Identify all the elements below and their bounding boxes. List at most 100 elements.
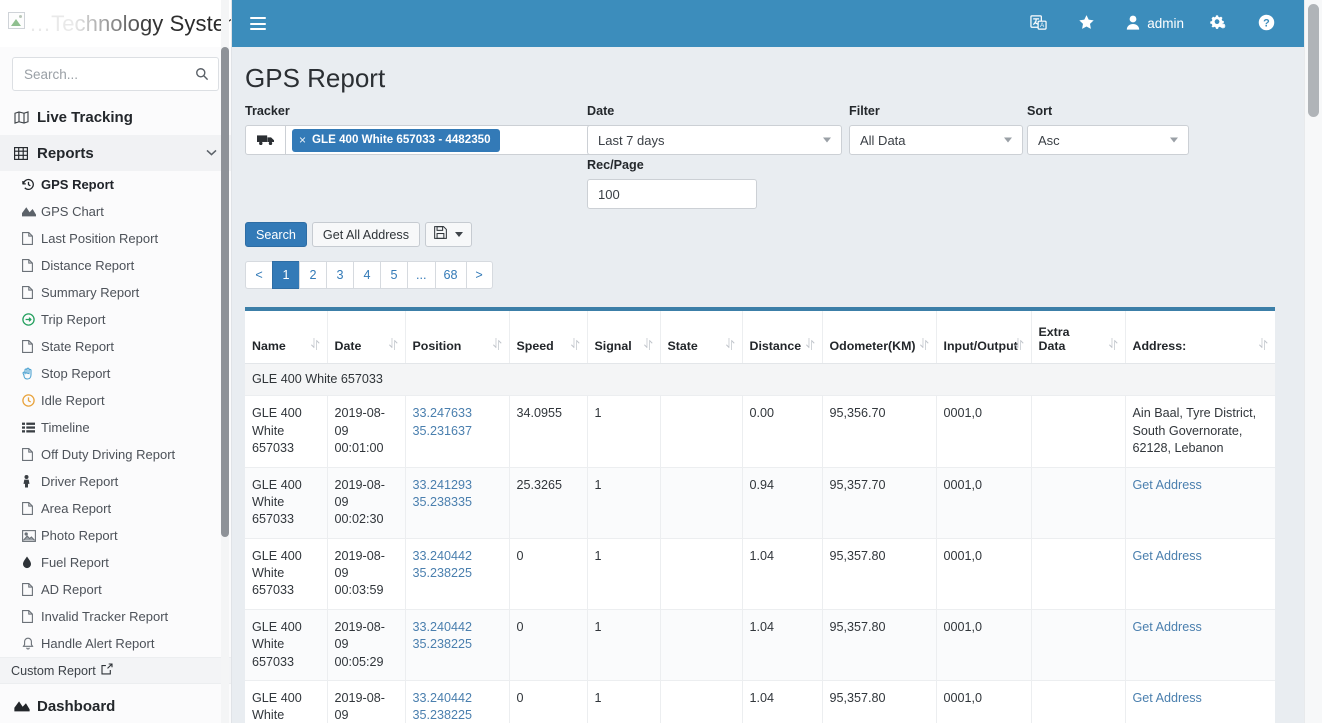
- hamburger-icon[interactable]: [250, 17, 266, 30]
- latitude-link[interactable]: 33.240442: [413, 548, 501, 565]
- export-button[interactable]: [425, 222, 473, 247]
- latitude-link[interactable]: 33.240442: [413, 619, 501, 636]
- search-box[interactable]: [12, 57, 219, 91]
- sidebar-item-photo-report[interactable]: Photo Report: [0, 522, 231, 549]
- sidebar-item-timeline[interactable]: Timeline: [0, 414, 231, 441]
- latitude-link[interactable]: 33.240442: [413, 690, 501, 707]
- cell-position[interactable]: 33.241293 35.238335: [405, 467, 510, 539]
- sidebar-item-fuel-report[interactable]: Fuel Report: [0, 549, 231, 576]
- column-header-signal[interactable]: Signal: [587, 311, 661, 364]
- sidebar-item-ad-report[interactable]: AD Report: [0, 576, 231, 603]
- settings-button[interactable]: [1196, 0, 1246, 47]
- sidebar-item-invalid-tracker-report[interactable]: Invalid Tracker Report: [0, 603, 231, 630]
- tracker-tag[interactable]: × GLE 400 White 657033 - 4482350: [292, 128, 500, 152]
- cell-address[interactable]: Get Address: [1125, 467, 1275, 539]
- sidebar-item-distance-report[interactable]: Distance Report: [0, 252, 231, 279]
- get-address-link[interactable]: Get Address: [1133, 549, 1202, 563]
- sidebar-item-summary-report[interactable]: Summary Report: [0, 279, 231, 306]
- sort-updown-icon[interactable]: [570, 338, 580, 353]
- sidebar-item-live-tracking[interactable]: Live Tracking: [0, 99, 231, 135]
- cell-address[interactable]: Get Address: [1125, 680, 1275, 723]
- column-header-input-output[interactable]: Input/Output: [936, 311, 1032, 364]
- date-select[interactable]: Last 7 days: [587, 125, 842, 155]
- get-address-link[interactable]: Get Address: [1133, 691, 1202, 705]
- sort-updown-icon[interactable]: [1108, 338, 1118, 353]
- sort-updown-icon[interactable]: [388, 338, 398, 353]
- search-icon[interactable]: [195, 67, 209, 81]
- cell-position[interactable]: 33.240442 35.238225: [405, 609, 510, 681]
- table-row[interactable]: GLE 400White 6570332019-08-0900:06:5933.…: [245, 680, 1275, 723]
- column-header-distance[interactable]: Distance: [742, 311, 823, 364]
- cell-position[interactable]: 33.240442 35.238225: [405, 680, 510, 723]
- sort-select[interactable]: Asc: [1027, 125, 1189, 155]
- favorites-button[interactable]: [1066, 0, 1114, 47]
- longitude-link[interactable]: 35.238225: [413, 565, 501, 582]
- longitude-link[interactable]: 35.231637: [413, 423, 501, 440]
- column-header-odometer[interactable]: Odometer(KM): [822, 311, 937, 364]
- latitude-link[interactable]: 33.241293: [413, 477, 501, 494]
- get-address-link[interactable]: Get Address: [1133, 620, 1202, 634]
- cell-position[interactable]: 33.240442 35.238225: [405, 538, 510, 610]
- cell-address[interactable]: Get Address: [1125, 609, 1275, 681]
- table-row[interactable]: GLE 400 White 657033 2019-08-09 00:02:30 33.…: [245, 467, 1275, 539]
- longitude-link[interactable]: 35.238225: [413, 636, 501, 653]
- pagination-page-3[interactable]: 3: [326, 261, 353, 289]
- column-header-address[interactable]: Address:: [1125, 311, 1275, 364]
- sidebar-item-custom-report[interactable]: Custom Report: [0, 657, 231, 684]
- tracker-input[interactable]: × GLE 400 White 657033 - 4482350: [245, 125, 593, 155]
- column-header-extra-data[interactable]: Extra Data: [1031, 311, 1126, 364]
- longitude-link[interactable]: 35.238225: [413, 707, 501, 723]
- sort-updown-icon[interactable]: [643, 338, 653, 353]
- sidebar-item-handle-alert-report[interactable]: Handle Alert Report: [0, 630, 231, 657]
- sidebar-item-off-duty-driving-report[interactable]: Off Duty Driving Report: [0, 441, 231, 468]
- sort-updown-icon[interactable]: [725, 338, 735, 353]
- pagination-page-2[interactable]: 2: [299, 261, 326, 289]
- help-button[interactable]: ?: [1246, 0, 1294, 47]
- longitude-link[interactable]: 35.238335: [413, 494, 501, 511]
- pagination-page-4[interactable]: 4: [353, 261, 380, 289]
- table-row[interactable]: GLE 400 White 657033 2019-08-09 00:03:59 33.…: [245, 538, 1275, 610]
- sidebar-item-last-position-report[interactable]: Last Position Report: [0, 225, 231, 252]
- sidebar-item-area-report[interactable]: Area Report: [0, 495, 231, 522]
- get-all-address-button[interactable]: Get All Address: [311, 222, 421, 247]
- column-header-state[interactable]: State: [660, 311, 743, 364]
- brand[interactable]: …Technology System: [0, 0, 231, 47]
- sidebar-item-gps-report[interactable]: GPS Report: [0, 171, 231, 198]
- pagination-page-5[interactable]: 5: [380, 261, 407, 289]
- language-button[interactable]: A: [1018, 0, 1066, 47]
- column-header-position[interactable]: Position: [405, 311, 510, 364]
- sort-updown-icon[interactable]: [919, 338, 929, 353]
- filter-select[interactable]: All Data: [849, 125, 1023, 155]
- sort-updown-icon[interactable]: [1014, 338, 1024, 353]
- sidebar-item-state-report[interactable]: State Report: [0, 333, 231, 360]
- sidebar-item-reports[interactable]: Reports: [0, 135, 231, 171]
- sidebar-item-idle-report[interactable]: Idle Report: [0, 387, 231, 414]
- sort-updown-icon[interactable]: [492, 338, 502, 353]
- pagination-page-1[interactable]: 1: [272, 261, 299, 289]
- latitude-link[interactable]: 33.247633: [413, 405, 501, 422]
- sidebar-item-driver-report[interactable]: Driver Report: [0, 468, 231, 495]
- cell-address[interactable]: Get Address: [1125, 538, 1275, 610]
- search-button[interactable]: Search: [245, 222, 307, 247]
- sort-updown-icon[interactable]: [310, 338, 320, 353]
- sidebar-item-stop-report[interactable]: Stop Report: [0, 360, 231, 387]
- search-input[interactable]: [13, 58, 218, 90]
- column-header-name[interactable]: Name: [245, 311, 328, 364]
- chevron-down-icon[interactable]: [206, 147, 217, 159]
- pagination-page-68[interactable]: 68: [434, 261, 466, 289]
- sidebar-item-gps-chart[interactable]: GPS Chart: [0, 198, 231, 225]
- get-address-link[interactable]: Get Address: [1133, 478, 1202, 492]
- sort-updown-icon[interactable]: [805, 338, 815, 353]
- external-edit-icon[interactable]: [101, 663, 113, 678]
- times-icon[interactable]: ×: [299, 133, 306, 147]
- column-header-speed[interactable]: Speed: [509, 311, 588, 364]
- user-menu[interactable]: admin: [1114, 0, 1196, 47]
- pagination-prev[interactable]: <: [245, 261, 272, 289]
- rec-page-input[interactable]: 100: [587, 179, 757, 209]
- sidebar-item-trip-report[interactable]: Trip Report: [0, 306, 231, 333]
- sidebar-scrollbar-thumb[interactable]: [221, 47, 229, 537]
- sort-updown-icon[interactable]: [1259, 338, 1268, 353]
- cell-position[interactable]: 33.247633 35.231637: [405, 395, 510, 468]
- table-row[interactable]: GLE 400 White 657033 2019-08-09 00:05:29 33.…: [245, 609, 1275, 681]
- column-header-date[interactable]: Date: [327, 311, 406, 364]
